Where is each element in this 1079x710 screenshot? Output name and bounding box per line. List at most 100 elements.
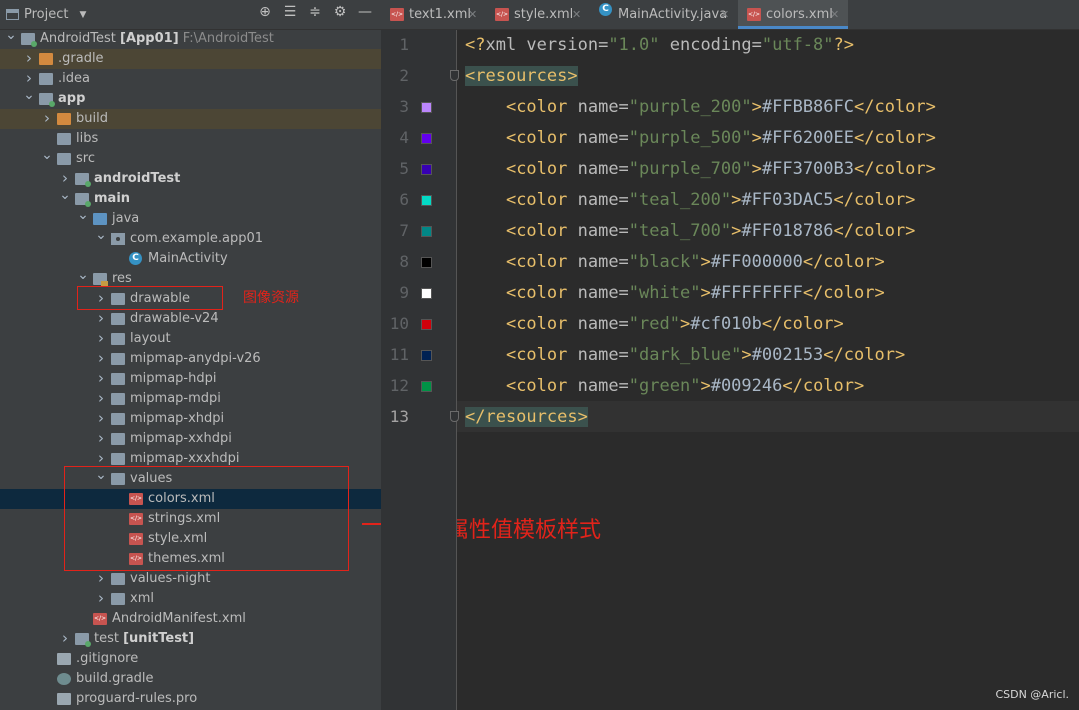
chevron-right-icon[interactable]: ›	[22, 69, 36, 88]
manifest-file-icon: </>	[93, 613, 107, 625]
tree-item[interactable]: libs	[0, 129, 381, 149]
editor-tab-label: MainActivity.java	[618, 7, 728, 22]
chevron-down-icon[interactable]: ⌄	[4, 28, 18, 42]
line-number: 5	[399, 159, 409, 178]
close-icon[interactable]: ✕	[572, 0, 581, 30]
chevron-down-icon[interactable]: ⌄	[58, 188, 72, 202]
module-folder-icon	[75, 193, 91, 207]
tree-item[interactable]: C MainActivity	[0, 249, 381, 269]
code-line: <color name="teal_200">#FF03DAC5</color>	[505, 190, 916, 210]
project-view-selector[interactable]: Project ▼	[6, 7, 86, 22]
tree-item[interactable]: › values-night	[0, 569, 381, 589]
tree-item[interactable]: › mipmap-xxhdpi	[0, 429, 381, 449]
tree-item[interactable]: › .gradle	[0, 49, 381, 69]
tree-item[interactable]: proguard-rules.pro	[0, 689, 381, 709]
code-line: <color name="dark_blue">#002153</color>	[505, 345, 906, 365]
editor-tab[interactable]: </> style.xml ✕	[486, 0, 590, 29]
tree-item-label: values-night	[130, 571, 211, 586]
color-swatch[interactable]	[421, 257, 432, 268]
color-swatch[interactable]	[421, 381, 432, 392]
folder-grey-icon	[111, 393, 125, 405]
project-panel-title: Project	[24, 7, 69, 22]
editor-tab[interactable]: </> colors.xml ✕	[738, 0, 848, 29]
color-swatch[interactable]	[421, 195, 432, 206]
tree-item[interactable]: ⌄ AndroidTest [App01] F:\AndroidTest	[0, 28, 381, 49]
tree-item[interactable]: › .idea	[0, 69, 381, 89]
close-icon[interactable]: ✕	[468, 0, 477, 30]
drawable-note: 图像资源	[243, 290, 299, 306]
code-editor[interactable]: <?xml version="1.0" encoding="utf-8"?> <r…	[457, 30, 1079, 710]
chevron-down-icon[interactable]: ⌄	[40, 148, 54, 162]
tree-item[interactable]: › drawable-v24	[0, 309, 381, 329]
drawable-highlight-box	[77, 286, 223, 310]
tree-item-label: com.example.app01	[130, 231, 263, 246]
tree-item[interactable]: › test [unitTest]	[0, 629, 381, 649]
tree-item[interactable]: › layout	[0, 329, 381, 349]
code-line: </resources>	[465, 403, 588, 431]
tree-item[interactable]: </> AndroidManifest.xml	[0, 609, 381, 629]
gear-icon[interactable]: ⚙	[332, 4, 348, 20]
color-swatch[interactable]	[421, 319, 432, 330]
tree-item[interactable]: › androidTest	[0, 169, 381, 189]
chevron-right-icon[interactable]: ›	[94, 329, 108, 348]
xml-file-icon: </>	[747, 8, 761, 21]
tree-item[interactable]: › mipmap-xhdpi	[0, 409, 381, 429]
close-icon[interactable]: ✕	[830, 0, 839, 30]
expand-all-icon[interactable]: ☰	[282, 4, 298, 20]
xml-file-icon: </>	[495, 8, 509, 21]
tree-item[interactable]: › mipmap-mdpi	[0, 389, 381, 409]
editor-tab[interactable]: C MainActivity.java ✕	[590, 0, 738, 29]
color-value: #FF6200EE	[761, 128, 854, 148]
watermark: CSDN @Aricl.	[995, 688, 1069, 701]
chevron-down-icon[interactable]: ⌄	[76, 208, 90, 222]
line-number: 1	[399, 35, 409, 54]
tree-item[interactable]: › build	[0, 109, 381, 129]
chevron-right-icon[interactable]: ›	[22, 49, 36, 68]
tree-item-label: .gradle	[58, 51, 104, 66]
tree-item[interactable]: ⌄ app	[0, 88, 381, 109]
color-value: #009246	[710, 376, 783, 396]
color-swatch[interactable]	[421, 164, 432, 175]
chevron-down-icon[interactable]: ⌄	[22, 88, 36, 102]
chevron-right-icon[interactable]: ›	[40, 109, 54, 128]
tree-item[interactable]: ⌄ com.example.app01	[0, 228, 381, 249]
close-icon[interactable]: ✕	[720, 0, 729, 30]
tree-item[interactable]: ⌄ java	[0, 208, 381, 229]
chevron-right-icon[interactable]: ›	[94, 369, 108, 388]
chevron-right-icon[interactable]: ›	[94, 569, 108, 588]
color-swatch[interactable]	[421, 102, 432, 113]
editor-tab[interactable]: </> text1.xml ✕	[381, 0, 486, 29]
tree-item[interactable]: › xml	[0, 589, 381, 609]
tree-item[interactable]: ⌄ main	[0, 188, 381, 209]
editor-tab-label: colors.xml	[766, 7, 833, 22]
color-swatch[interactable]	[421, 226, 432, 237]
project-path: F:\AndroidTest	[178, 31, 274, 46]
collapse-all-icon[interactable]: ≑	[307, 4, 323, 20]
chevron-right-icon[interactable]: ›	[94, 429, 108, 448]
tree-item[interactable]: .gitignore	[0, 649, 381, 669]
folder-grey-icon	[111, 573, 125, 585]
line-number: 4	[399, 128, 409, 147]
color-swatch[interactable]	[421, 350, 432, 361]
tree-item[interactable]: ⌄ src	[0, 148, 381, 169]
tree-item-label: MainActivity	[148, 251, 228, 266]
chevron-right-icon[interactable]: ›	[94, 389, 108, 408]
chevron-right-icon[interactable]: ›	[94, 349, 108, 368]
chevron-right-icon[interactable]: ›	[58, 169, 72, 188]
tree-item[interactable]: › mipmap-hdpi	[0, 369, 381, 389]
tree-item[interactable]: build.gradle	[0, 669, 381, 689]
chevron-right-icon[interactable]: ›	[94, 309, 108, 328]
chevron-down-icon[interactable]: ⌄	[94, 228, 108, 242]
chevron-right-icon[interactable]: ›	[58, 629, 72, 648]
color-swatch[interactable]	[421, 288, 432, 299]
color-name: "white"	[628, 283, 701, 303]
chevron-down-icon[interactable]: ▼	[79, 10, 86, 20]
tree-item-label: androidTest	[94, 171, 181, 186]
color-swatch[interactable]	[421, 133, 432, 144]
chevron-right-icon[interactable]: ›	[94, 409, 108, 428]
chevron-right-icon[interactable]: ›	[94, 589, 108, 608]
tree-item[interactable]: › mipmap-anydpi-v26	[0, 349, 381, 369]
chevron-down-icon[interactable]: ⌄	[76, 268, 90, 282]
minimize-icon[interactable]: —	[357, 4, 373, 20]
locate-icon[interactable]: ⊕	[257, 4, 273, 20]
